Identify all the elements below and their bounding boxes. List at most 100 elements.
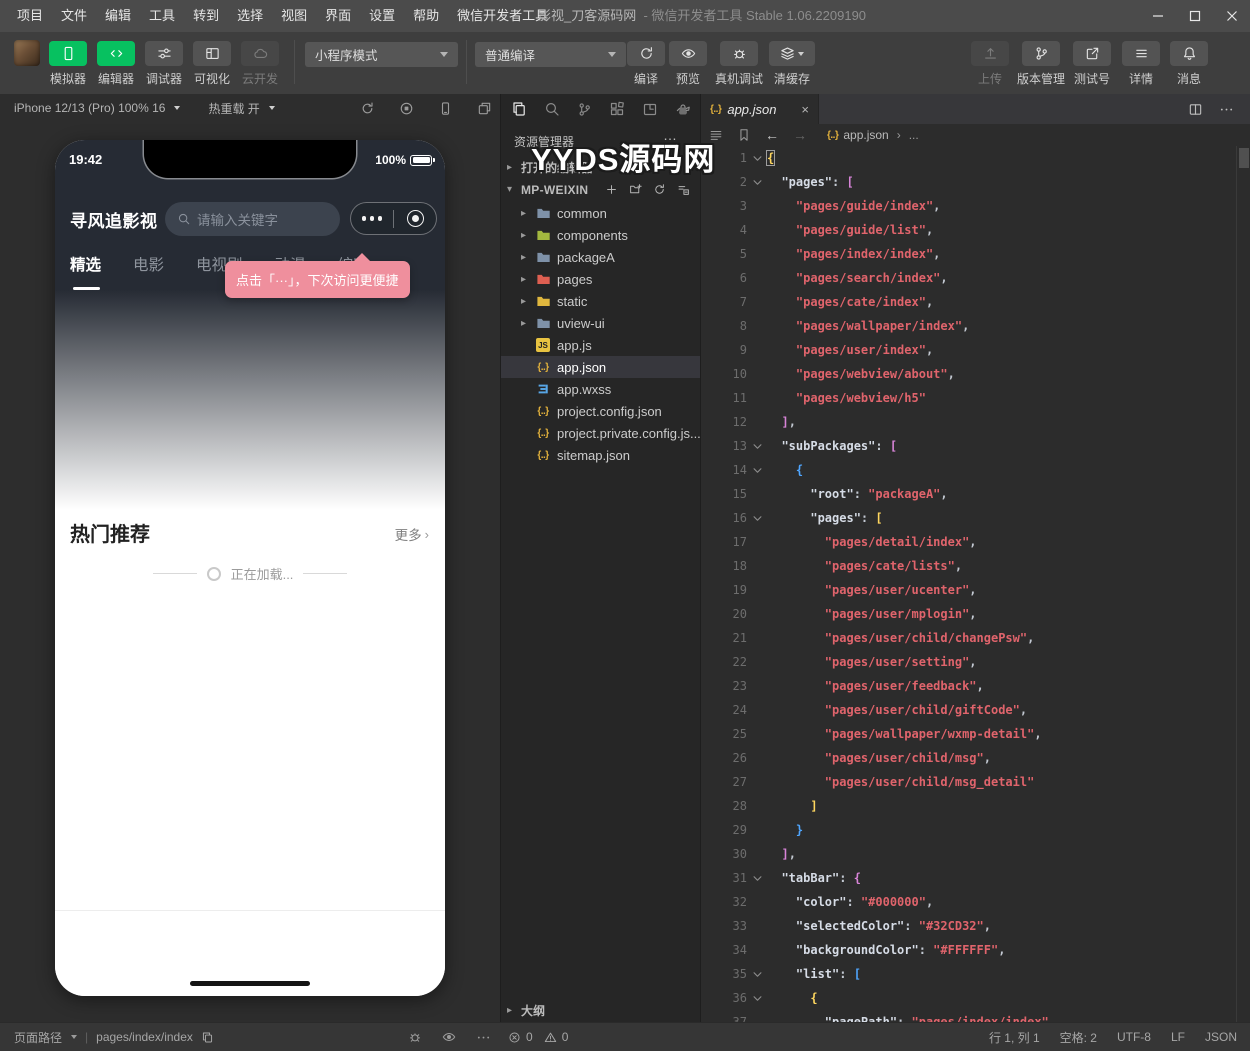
page-path-selector[interactable]: 页面路径 [14, 1029, 78, 1046]
code-line-2[interactable]: 2 "pages": [ [701, 170, 1236, 194]
copy-path-icon[interactable] [201, 1031, 214, 1044]
code-line-9[interactable]: 9 "pages/user/index", [701, 338, 1236, 362]
tree-item-app.json[interactable]: {..} app.json [501, 356, 700, 378]
menu-item-1[interactable]: 文件 [52, 0, 96, 32]
cursor-position[interactable]: 行 1, 列 1 [989, 1029, 1040, 1046]
code-line-23[interactable]: 23 "pages/user/feedback", [701, 674, 1236, 698]
cloud-dev-button[interactable]: 云开发 [224, 41, 296, 87]
files-icon[interactable] [511, 101, 527, 117]
tree-item-sitemap.json[interactable]: {..} sitemap.json [501, 444, 700, 466]
more-link[interactable]: 更多 › [395, 524, 429, 544]
code-line-31[interactable]: 31 "tabBar": { [701, 866, 1236, 890]
menu-item-3[interactable]: 工具 [140, 0, 184, 32]
code-line-1[interactable]: 1{ [701, 146, 1236, 170]
editor-scrollbar[interactable] [1236, 146, 1250, 1022]
collapse-folders-icon[interactable] [677, 183, 690, 196]
code-line-21[interactable]: 21 "pages/user/child/changePsw", [701, 626, 1236, 650]
phone-tab-电影[interactable]: 电影 [133, 253, 164, 279]
menu-item-6[interactable]: 视图 [272, 0, 316, 32]
tree-item-app.js[interactable]: JS app.js [501, 334, 700, 356]
mode-dropdown[interactable]: 小程序模式 [305, 42, 458, 67]
screen-record-icon[interactable] [399, 101, 414, 116]
code-line-16[interactable]: 16 "pages": [ [701, 506, 1236, 530]
fold-icon[interactable] [747, 506, 767, 530]
fold-icon[interactable] [747, 866, 767, 890]
menu-item-8[interactable]: 设置 [360, 0, 404, 32]
new-folder-icon[interactable] [629, 183, 642, 196]
code-line-10[interactable]: 10 "pages/webview/about", [701, 362, 1236, 386]
problems-indicator[interactable]: 0 0 [508, 1023, 568, 1051]
device-selector[interactable]: iPhone 12/13 (Pro) 100% 16 [14, 101, 181, 115]
code-line-4[interactable]: 4 "pages/guide/list", [701, 218, 1236, 242]
close-tab-icon[interactable]: × [801, 102, 809, 117]
code-line-33[interactable]: 33 "selectedColor": "#32CD32", [701, 914, 1236, 938]
code-line-29[interactable]: 29 } [701, 818, 1236, 842]
clear-cache-button[interactable]: 清缓存 [756, 41, 828, 87]
split-editor-icon[interactable] [1188, 102, 1203, 117]
code-line-11[interactable]: 11 "pages/webview/h5" [701, 386, 1236, 410]
code-line-25[interactable]: 25 "pages/wallpaper/wxmp-detail", [701, 722, 1236, 746]
more-menu-button[interactable] [351, 216, 393, 221]
extensions-icon[interactable] [609, 101, 625, 117]
menu-item-9[interactable]: 帮助 [404, 0, 448, 32]
fold-icon[interactable] [747, 458, 767, 482]
code-line-27[interactable]: 27 "pages/user/child/msg_detail" [701, 770, 1236, 794]
tree-item-packageA[interactable]: ▸ packageA [501, 246, 700, 268]
menu-item-0[interactable]: 项目 [8, 0, 52, 32]
fold-icon[interactable] [747, 170, 767, 194]
more-actions-icon[interactable] [1219, 102, 1234, 117]
teapot-icon[interactable] [675, 101, 691, 117]
minimize-button[interactable] [1139, 0, 1176, 32]
language-mode[interactable]: JSON [1205, 1030, 1237, 1044]
code-content[interactable]: 1{2 "pages": [3 "pages/guide/index", 4 "p… [701, 146, 1236, 1022]
code-line-5[interactable]: 5 "pages/index/index", [701, 242, 1236, 266]
code-line-8[interactable]: 8 "pages/wallpaper/index", [701, 314, 1236, 338]
tree-item-components[interactable]: ▸ components [501, 224, 700, 246]
tree-item-common[interactable]: ▸ common [501, 202, 700, 224]
detach-window-icon[interactable] [477, 101, 492, 116]
search-input[interactable]: 请输入关键字 [165, 202, 340, 236]
fold-icon[interactable] [747, 434, 767, 458]
device-frame-icon[interactable] [438, 101, 453, 116]
hot-reload-selector[interactable]: 热重载 开 [208, 100, 275, 117]
eol-setting[interactable]: LF [1171, 1030, 1185, 1044]
code-line-28[interactable]: 28 ] [701, 794, 1236, 818]
back-icon[interactable]: ← [765, 127, 779, 143]
search-icon[interactable] [544, 101, 560, 117]
menu-item-4[interactable]: 转到 [184, 0, 228, 32]
code-line-36[interactable]: 36 { [701, 986, 1236, 1010]
forward-icon[interactable]: → [793, 127, 807, 143]
menu-item-5[interactable]: 选择 [228, 0, 272, 32]
open-editors-section[interactable]: ▸ 打开的编辑器 [501, 157, 700, 178]
encoding[interactable]: UTF-8 [1117, 1030, 1151, 1044]
tree-item-pages[interactable]: ▸ pages [501, 268, 700, 290]
fold-icon[interactable] [747, 146, 767, 170]
code-line-15[interactable]: 15 "root": "packageA", [701, 482, 1236, 506]
new-file-icon[interactable] [605, 183, 618, 196]
indent-setting[interactable]: 空格: 2 [1060, 1029, 1097, 1046]
code-line-22[interactable]: 22 "pages/user/setting", [701, 650, 1236, 674]
tree-item-static[interactable]: ▸ static [501, 290, 700, 312]
code-line-6[interactable]: 6 "pages/search/index", [701, 266, 1236, 290]
git-icon[interactable] [577, 102, 592, 117]
project-root-section[interactable]: ▾ MP-WEIXIN [501, 179, 700, 200]
refresh-explorer-icon[interactable] [653, 183, 666, 196]
menu-item-7[interactable]: 界面 [316, 0, 360, 32]
menu-item-2[interactable]: 编辑 [96, 0, 140, 32]
code-line-13[interactable]: 13 "subPackages": [ [701, 434, 1236, 458]
npm-package-icon[interactable] [642, 101, 658, 117]
breadcrumb-file[interactable]: {..} app.json [827, 128, 889, 142]
tab-app-json[interactable]: {..} app.json × [701, 94, 819, 124]
outline-list-icon[interactable] [709, 128, 723, 142]
code-line-7[interactable]: 7 "pages/cate/index", [701, 290, 1236, 314]
bookmark-icon[interactable] [737, 128, 751, 142]
code-line-24[interactable]: 24 "pages/user/child/giftCode", [701, 698, 1236, 722]
breadcrumb-more[interactable]: ... [909, 128, 919, 142]
code-line-30[interactable]: 30 ], [701, 842, 1236, 866]
code-line-32[interactable]: 32 "color": "#000000", [701, 890, 1236, 914]
code-line-34[interactable]: 34 "backgroundColor": "#FFFFFF", [701, 938, 1236, 962]
preview-icon[interactable] [442, 1030, 456, 1044]
tree-item-project.private.config.js...[interactable]: {..} project.private.config.js... [501, 422, 700, 444]
code-line-26[interactable]: 26 "pages/user/child/msg", [701, 746, 1236, 770]
vconsole-icon[interactable] [408, 1030, 422, 1044]
